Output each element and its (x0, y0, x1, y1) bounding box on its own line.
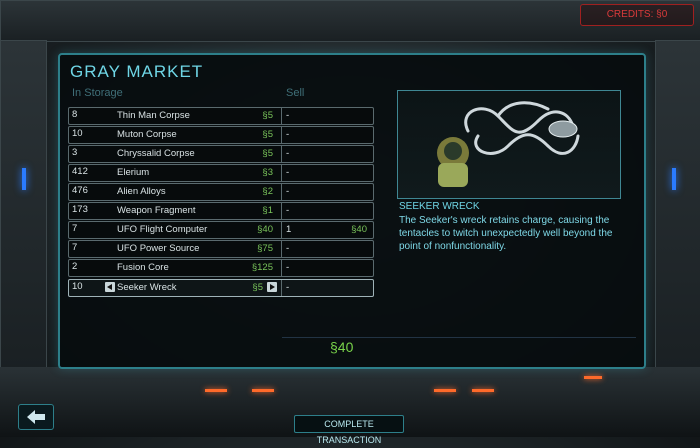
item-sell-qty: - (286, 110, 290, 121)
back-button[interactable] (18, 404, 54, 430)
floor-light (434, 389, 456, 392)
divider (281, 146, 282, 162)
floor-light (205, 389, 227, 392)
item-row-fusion-core[interactable]: 2 Fusion Core §125 - (68, 259, 374, 277)
item-price: §40 (257, 224, 273, 235)
item-row-alien-alloys[interactable]: 476 Alien Alloys §2 - (68, 183, 374, 201)
item-price: §3 (262, 167, 273, 178)
item-name: Elerium (117, 167, 150, 178)
page-title: GRAY MARKET (70, 62, 204, 81)
divider (281, 260, 282, 276)
item-row-thin-man-corpse[interactable]: 8 Thin Man Corpse §5 - (68, 107, 374, 125)
divider (281, 108, 282, 124)
item-qty: 8 (72, 109, 78, 120)
item-name: UFO Flight Computer (117, 224, 208, 235)
item-sell-qty: - (286, 282, 290, 293)
item-sell-price: §40 (351, 224, 367, 235)
item-sell-qty: - (286, 167, 290, 178)
item-sell-qty: - (286, 243, 290, 254)
item-name: UFO Power Source (117, 243, 200, 254)
item-qty: 7 (72, 223, 78, 234)
credits-display: CREDITS: §0 (580, 4, 694, 26)
item-qty: 10 (72, 128, 83, 139)
transaction-total: §40 (330, 339, 354, 355)
item-qty: 7 (72, 242, 78, 253)
complete-transaction-button[interactable]: COMPLETE TRANSACTION (294, 415, 404, 445)
column-header-sell: Sell (286, 87, 305, 99)
item-name: Fusion Core (117, 262, 169, 273)
item-sell-qty: 1 (286, 224, 292, 235)
left-wall (0, 40, 47, 372)
seeker-wreck-image (437, 101, 580, 187)
column-header-storage: In Storage (72, 87, 123, 99)
item-sell-qty: - (286, 186, 290, 197)
item-sell-qty: - (286, 205, 290, 216)
divider (281, 280, 282, 296)
item-price: §2 (262, 186, 273, 197)
item-qty: 412 (72, 166, 88, 177)
item-image-frame (397, 90, 621, 199)
item-qty: 476 (72, 185, 88, 196)
item-sell-qty: - (286, 129, 290, 140)
item-row-ufo-power-source[interactable]: 7 UFO Power Source §75 - (68, 240, 374, 258)
item-row-weapon-fragment[interactable]: 173 Weapon Fragment §1 - (68, 202, 374, 220)
item-row-muton-corpse[interactable]: 10 Muton Corpse §5 - (68, 126, 374, 144)
right-wall (655, 40, 700, 372)
item-sell-qty: - (286, 148, 290, 159)
item-price: §5 (262, 148, 273, 159)
floor-light (472, 389, 494, 392)
item-detail-title: SEEKER WRECK (399, 201, 480, 212)
item-price: §5 (252, 282, 263, 293)
item-name: Alien Alloys (117, 186, 166, 197)
item-detail-description: The Seeker's wreck retains charge, causi… (399, 215, 613, 252)
increase-arrow-icon[interactable] (267, 282, 277, 292)
item-price: §125 (251, 262, 273, 273)
item-row-chryssalid-corpse[interactable]: 3 Chryssalid Corpse §5 - (68, 145, 374, 163)
item-row-ufo-flight-computer[interactable]: 7 UFO Flight Computer §40 1 §40 (68, 221, 374, 239)
floor-light (584, 376, 602, 379)
divider (281, 165, 282, 181)
item-name: Thin Man Corpse (117, 110, 190, 121)
item-name: Chryssalid Corpse (117, 148, 195, 159)
item-qty: 3 (72, 147, 78, 158)
item-name: Muton Corpse (117, 129, 177, 140)
floor-light (252, 389, 274, 392)
divider (281, 184, 282, 200)
item-name: Weapon Fragment (117, 205, 196, 216)
divider (281, 241, 282, 257)
decrease-arrow-icon[interactable] (105, 282, 115, 292)
item-row-elerium[interactable]: 412 Elerium §3 - (68, 164, 374, 182)
item-name: Seeker Wreck (117, 282, 177, 293)
back-arrow-icon (27, 410, 45, 424)
item-qty: 173 (72, 204, 88, 215)
right-wall-light (672, 168, 676, 190)
item-sell-qty: - (286, 262, 290, 273)
divider (281, 203, 282, 219)
item-price: §5 (262, 110, 273, 121)
divider (281, 127, 282, 143)
divider (281, 222, 282, 238)
item-price: §5 (262, 129, 273, 140)
item-price: §1 (262, 205, 273, 216)
item-price: §75 (257, 243, 273, 254)
item-row-seeker-wreck[interactable]: 10 Seeker Wreck §5 - (68, 279, 374, 297)
left-wall-light (22, 168, 26, 190)
item-qty: 2 (72, 261, 78, 272)
